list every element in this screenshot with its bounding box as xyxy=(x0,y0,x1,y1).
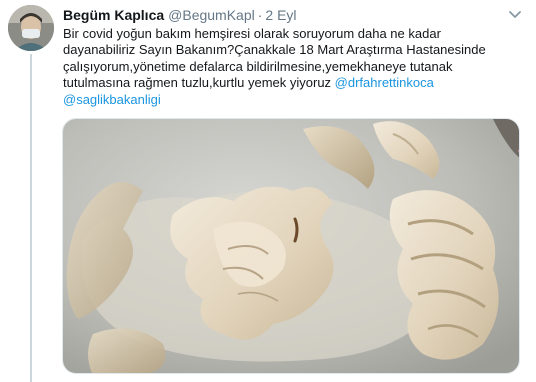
avatar-photo-icon xyxy=(8,5,54,51)
tweet-card[interactable]: Begüm Kaplıca @BegumKapl · 2 Eyl Bir covid … xyxy=(0,0,536,382)
thread-line xyxy=(30,54,32,382)
tweet-text-segment: tutulmasına rağmen tuzlu,kurtlu yemek yi… xyxy=(63,75,335,91)
tweet-header: Begüm Kaplıca @BegumKapl · 2 Eyl xyxy=(63,6,297,24)
separator-dot: · xyxy=(257,7,263,23)
mention-link[interactable]: @saglikbakanligi xyxy=(63,92,161,107)
avatar[interactable] xyxy=(8,5,54,51)
tweet-text-line: dayanabiliriz Sayın Bakanım?Çanakkale 18… xyxy=(63,42,486,58)
mention-link[interactable]: @drfahrettinkoca xyxy=(335,75,434,90)
tweet-text-line: @saglikbakanligi xyxy=(63,92,503,108)
tweet-media-photo[interactable]: anka xyxy=(62,118,520,374)
author-display-name[interactable]: Begüm Kaplıca xyxy=(63,7,164,23)
tweet-text-line: Bir covid yoğun bakım hemşiresi olarak s… xyxy=(63,26,441,41)
tweet-text: Bir covid yoğun bakım hemşiresi olarak s… xyxy=(63,26,503,108)
tweet-text-line: tutulmasına rağmen tuzlu,kurtlu yemek yi… xyxy=(63,75,503,91)
food-photo xyxy=(63,119,519,373)
chevron-down-icon xyxy=(509,11,521,18)
author-handle[interactable]: @BegumKapl xyxy=(168,7,255,23)
tweet-timestamp[interactable]: 2 Eyl xyxy=(265,7,296,23)
more-options-button[interactable] xyxy=(504,4,526,26)
tweet-text-line: çalışıyorum,yönetime defalarca bildirilm… xyxy=(63,58,453,74)
